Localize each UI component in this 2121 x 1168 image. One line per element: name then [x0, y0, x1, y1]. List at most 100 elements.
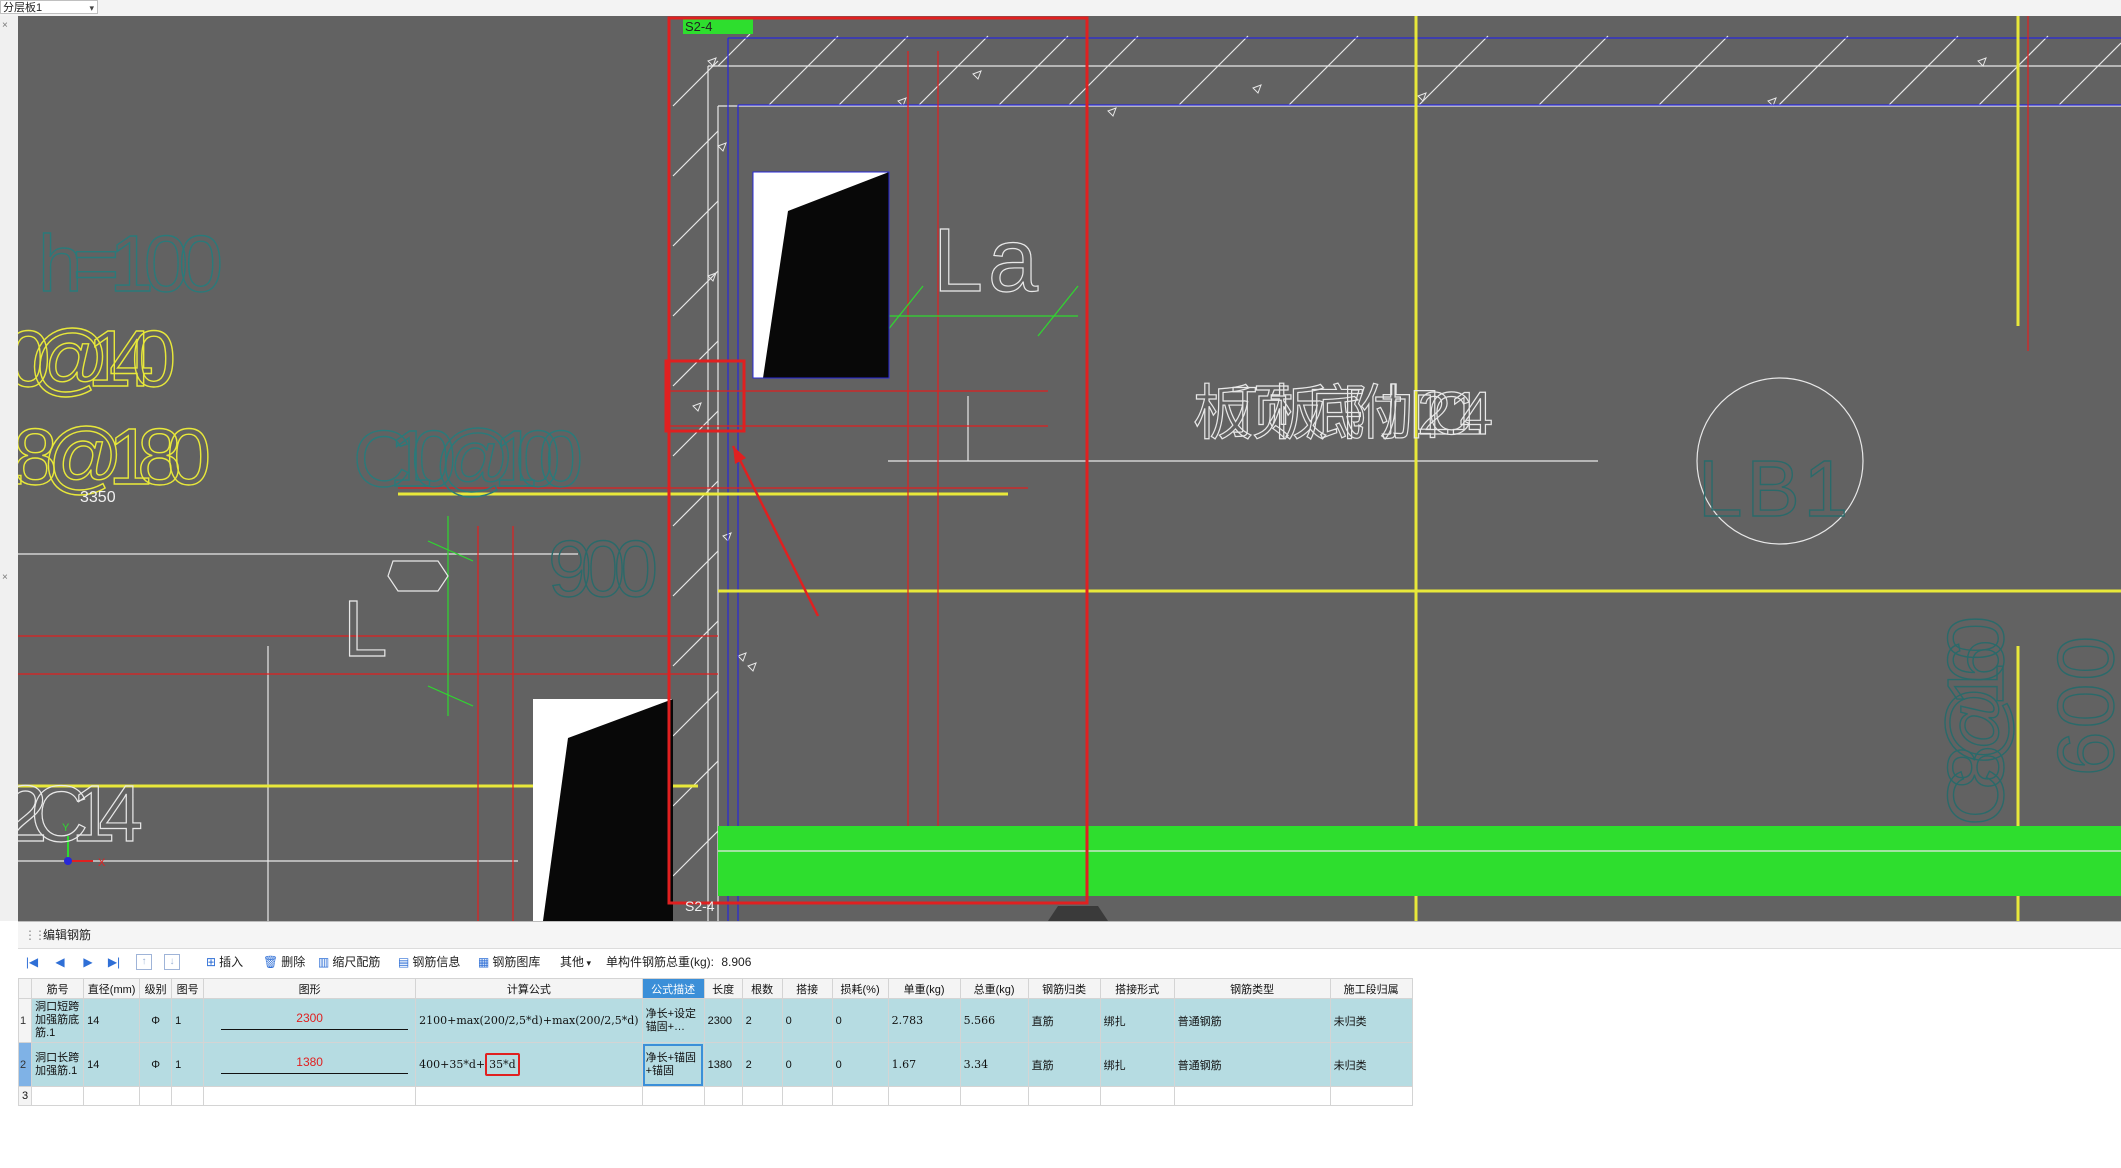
cell-shape[interactable]: 2300	[203, 998, 417, 1043]
cell-category[interactable]: 直筋	[1027, 998, 1101, 1043]
header-cell[interactable]: 搭接形式	[1099, 978, 1175, 999]
cell-loss[interactable]: 0	[831, 1042, 889, 1087]
cad-drawing-canvas[interactable]: S2-4 S2-4 La 板顶板底附加2C14 LB1 h=100 0@140 …	[18, 16, 2121, 921]
header-cell-selected[interactable]: 公式描述	[641, 978, 705, 999]
header-cell[interactable]: 搭接	[781, 978, 833, 999]
header-cell[interactable]: 计算公式	[415, 978, 643, 999]
other-menu-button[interactable]: 其他 ▾	[560, 950, 591, 974]
empty-cell[interactable]	[959, 1086, 1029, 1106]
cell-lap[interactable]: 0	[781, 998, 833, 1043]
header-cell[interactable]: 钢筋类型	[1173, 978, 1331, 999]
cell-count[interactable]: 2	[741, 1042, 783, 1087]
header-cell[interactable]: 钢筋归类	[1027, 978, 1101, 999]
empty-cell[interactable]	[83, 1086, 141, 1106]
row-number[interactable]: 1	[17, 998, 33, 1043]
empty-cell[interactable]	[415, 1086, 643, 1106]
empty-cell[interactable]	[741, 1086, 783, 1106]
cell-formula[interactable]: 400+35*d+ 35*d	[415, 1042, 643, 1087]
scale-rebar-button[interactable]: ▥ 缩尺配筋	[318, 950, 380, 974]
cell-formula[interactable]: 2100+max(200/2,5*d)+max(200/2,5*d)	[415, 998, 643, 1043]
cell-lap[interactable]: 0	[781, 1042, 833, 1087]
cell-fig-no[interactable]: 1	[171, 1042, 205, 1087]
empty-cell[interactable]	[171, 1086, 205, 1106]
cell-shape[interactable]: 1380	[203, 1042, 417, 1087]
cell-loss[interactable]: 0	[831, 998, 889, 1043]
empty-cell[interactable]	[1329, 1086, 1413, 1106]
shape-length: 2300	[296, 1011, 323, 1025]
cell-formula-desc[interactable]: 净长+设定锚固+…	[641, 998, 705, 1043]
cell-fig-no[interactable]: 1	[171, 998, 205, 1043]
header-cell[interactable]: 直径(mm)	[83, 978, 141, 999]
close-icon[interactable]: ×	[2, 572, 8, 583]
first-record-icon[interactable]: |◀	[24, 954, 40, 970]
cell-grade[interactable]: Φ	[139, 1042, 173, 1087]
header-cell[interactable]: 总重(kg)	[959, 978, 1029, 999]
row-number[interactable]: 2	[17, 1042, 33, 1087]
section-label-top: S2-4	[685, 19, 712, 34]
cell-total-weight[interactable]: 3.34	[959, 1042, 1029, 1087]
cell-name[interactable]: 洞口短跨加强筋底筋.1	[31, 998, 85, 1043]
c8-160-label: C8@160	[1931, 616, 2020, 826]
row-number[interactable]: 3	[17, 1086, 33, 1106]
rebar-library-button[interactable]: ▦ 钢筋图库	[478, 950, 540, 974]
header-cell[interactable]: 单重(kg)	[887, 978, 961, 999]
last-record-icon[interactable]: ▶|	[106, 954, 122, 970]
left-side-strip: × ×	[0, 16, 19, 921]
cell-segment[interactable]: 未归类	[1329, 1042, 1413, 1087]
table-row[interactable]: 1 洞口短跨加强筋底筋.1 14 Φ 1 2300 2100+max(200/2…	[17, 998, 1413, 1043]
cell-length[interactable]: 2300	[703, 998, 743, 1043]
cell-total-weight[interactable]: 5.566	[959, 998, 1029, 1043]
prev-record-icon[interactable]: ◀	[52, 954, 68, 970]
axis-x-label: X	[98, 857, 106, 869]
drag-handle-icon[interactable]: ⋮⋮	[24, 922, 46, 948]
cell-unit-weight[interactable]: 1.67	[887, 1042, 961, 1087]
empty-cell[interactable]	[781, 1086, 833, 1106]
cell-diameter[interactable]: 14	[83, 998, 141, 1043]
header-cell[interactable]: 损耗(%)	[831, 978, 889, 999]
cell-formula-desc[interactable]: 净长+锚固+锚固	[641, 1042, 705, 1087]
cell-count[interactable]: 2	[741, 998, 783, 1043]
move-down-icon[interactable]: ↓	[164, 954, 180, 970]
delete-button[interactable]: 🗑 删除	[263, 950, 305, 974]
header-cell[interactable]: 根数	[741, 978, 783, 999]
header-cell[interactable]: 级别	[139, 978, 173, 999]
empty-cell[interactable]	[1099, 1086, 1175, 1106]
cell-unit-weight[interactable]: 2.783	[887, 998, 961, 1043]
cell-name[interactable]: 洞口长跨加强筋.1	[31, 1042, 85, 1087]
table-row[interactable]: 2 洞口长跨加强筋.1 14 Φ 1 1380 400+35*d+ 35*d 净长…	[17, 1042, 1413, 1087]
cell-rebar-type[interactable]: 普通钢筋	[1173, 1042, 1331, 1087]
cell-length[interactable]: 1380	[703, 1042, 743, 1087]
empty-cell[interactable]	[831, 1086, 889, 1106]
cell-lap-type[interactable]: 绑扎	[1099, 1042, 1175, 1087]
table-header-row: 筋号 直径(mm) 级别 图号 图形 计算公式 公式描述 长度 根数 搭接 损耗…	[17, 978, 1413, 999]
rebar-band-green	[718, 826, 2121, 896]
cell-rebar-type[interactable]: 普通钢筋	[1173, 998, 1331, 1043]
header-cell[interactable]: 施工段归属	[1329, 978, 1413, 999]
header-cell[interactable]: 图形	[203, 978, 417, 999]
cell-lap-type[interactable]: 绑扎	[1099, 998, 1175, 1043]
layer-selector[interactable]: 分层板1 ▾	[0, 0, 98, 14]
cell-category[interactable]: 直筋	[1027, 1042, 1101, 1087]
insert-button[interactable]: ⊞ 插入	[206, 950, 243, 974]
header-cell[interactable]: 筋号	[31, 978, 85, 999]
next-record-icon[interactable]: ▶	[80, 954, 96, 970]
header-cell[interactable]: 图号	[171, 978, 205, 999]
empty-cell[interactable]	[31, 1086, 85, 1106]
cell-diameter[interactable]: 14	[83, 1042, 141, 1087]
empty-cell[interactable]	[203, 1086, 417, 1106]
edit-rebar-panel: ⋮⋮ 编辑钢筋 |◀ ◀ ▶ ▶| ↑ ↓ ⊞ 插入 🗑 删除 ▥ 缩尺配筋 ▤ 钢筋信…	[17, 921, 2121, 1168]
empty-cell[interactable]	[641, 1086, 705, 1106]
empty-cell[interactable]	[703, 1086, 743, 1106]
empty-cell[interactable]	[1173, 1086, 1331, 1106]
move-up-icon[interactable]: ↑	[136, 954, 152, 970]
table-row-empty[interactable]: 3	[17, 1086, 1413, 1106]
header-cell[interactable]: 长度	[703, 978, 743, 999]
close-icon[interactable]: ×	[2, 20, 8, 31]
empty-cell[interactable]	[887, 1086, 961, 1106]
rebar-info-button[interactable]: ▤ 钢筋信息	[398, 950, 460, 974]
c10-label: C10@100	[353, 414, 583, 503]
empty-cell[interactable]	[1027, 1086, 1101, 1106]
empty-cell[interactable]	[139, 1086, 173, 1106]
cell-grade[interactable]: Φ	[139, 998, 173, 1043]
cell-segment[interactable]: 未归类	[1329, 998, 1413, 1043]
